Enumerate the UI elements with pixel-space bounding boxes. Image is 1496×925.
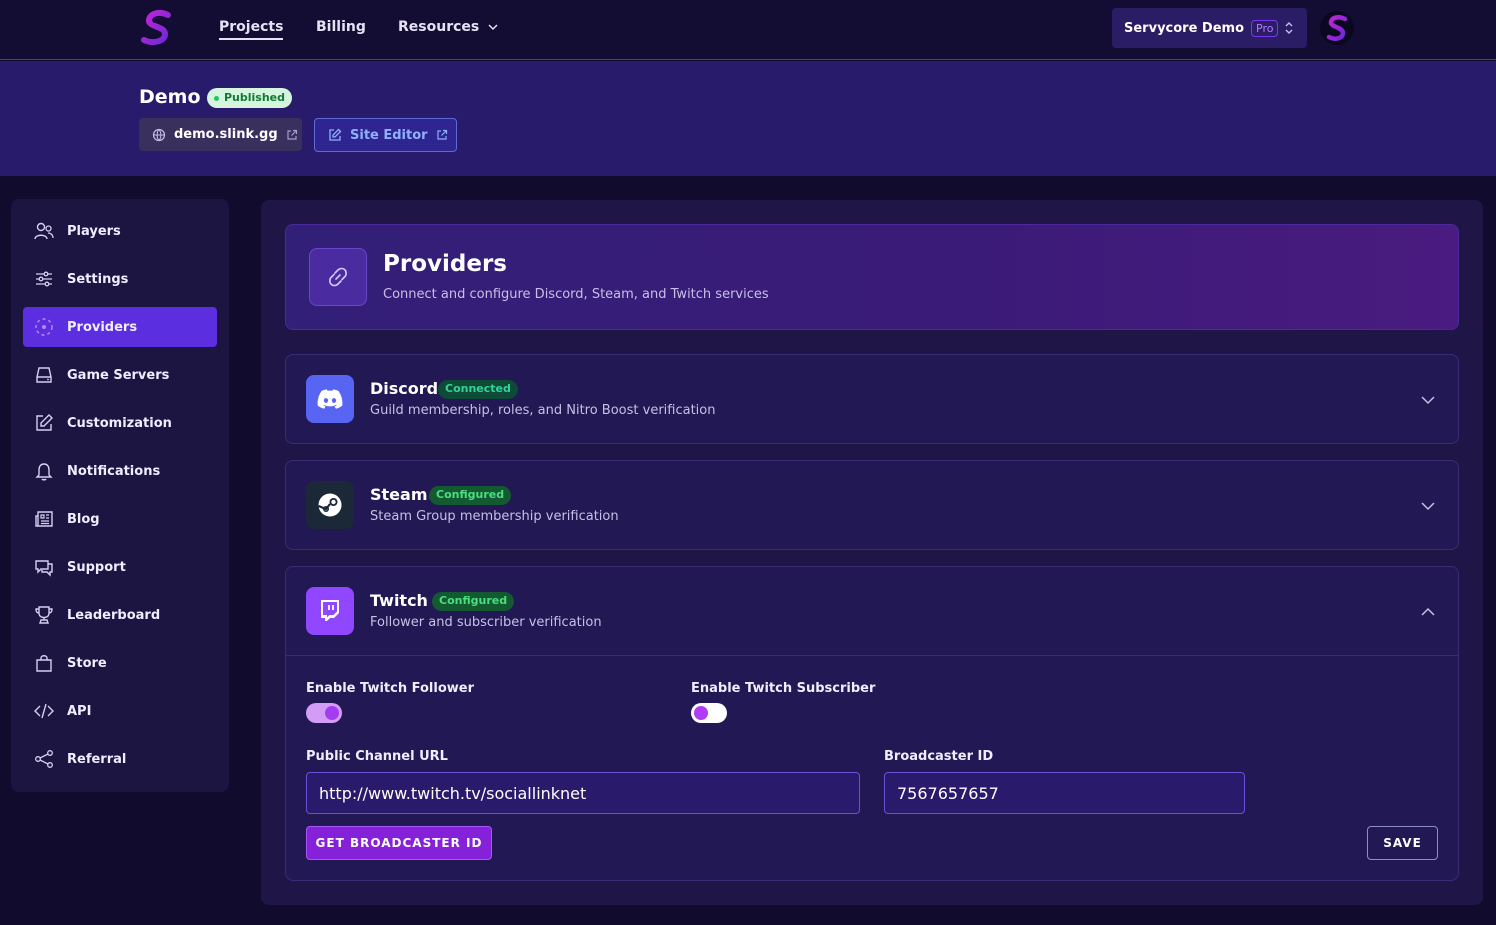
top-navigation: Projects Billing Resources Servycore Dem… <box>0 0 1496 60</box>
sidebar-item-players[interactable]: Players <box>23 211 217 251</box>
domain-text: demo.slink.gg <box>174 127 278 142</box>
sidebar-item-api[interactable]: API <box>23 691 217 731</box>
chevron-down-icon <box>488 24 498 31</box>
users-icon <box>33 220 55 242</box>
twitch-icon <box>306 587 354 635</box>
slink-logo[interactable] <box>138 9 176 47</box>
server-icon <box>33 364 55 386</box>
discord-icon <box>306 375 354 423</box>
sidebar-item-label: Players <box>67 223 121 239</box>
follower-toggle[interactable] <box>306 703 342 723</box>
nav-resources-menu[interactable]: Resources <box>398 19 499 35</box>
nav-billing-link[interactable]: Billing <box>316 19 366 35</box>
get-broadcaster-id-button[interactable]: GET BROADCASTER ID <box>306 826 492 860</box>
provider-card-steam[interactable]: Steam Configured Steam Group membership … <box>285 460 1459 550</box>
provider-description: Follower and subscriber verification <box>370 615 602 630</box>
bell-icon <box>33 460 55 482</box>
subscriber-toggle-label: Enable Twitch Subscriber <box>691 681 876 696</box>
provider-description: Guild membership, roles, and Nitro Boost… <box>370 403 716 418</box>
twitch-settings-form: Enable Twitch Follower Enable Twitch Sub… <box>286 655 1458 860</box>
nav-projects-link[interactable]: Projects <box>219 19 284 40</box>
main-panel: Providers Connect and configure Discord,… <box>261 200 1483 905</box>
sidebar-item-blog[interactable]: Blog <box>23 499 217 539</box>
providers-hero: Providers Connect and configure Discord,… <box>285 224 1459 330</box>
sliders-icon <box>33 268 55 290</box>
trophy-icon <box>33 604 55 626</box>
sidebar-item-customization[interactable]: Customization <box>23 403 217 443</box>
broadcaster-id-label: Broadcaster ID <box>884 749 994 764</box>
status-badge: Configured <box>429 486 512 505</box>
sidebar-item-settings[interactable]: Settings <box>23 259 217 299</box>
chat-icon <box>33 556 55 578</box>
site-editor-button[interactable]: Site Editor <box>314 118 457 152</box>
sidebar-item-label: Game Servers <box>67 367 170 383</box>
edit-icon <box>329 128 342 141</box>
share-icon <box>33 748 55 770</box>
sidebar-item-label: Blog <box>67 511 100 527</box>
provider-name: Discord <box>370 379 439 398</box>
newspaper-icon <box>33 508 55 530</box>
toggle-knob <box>694 706 708 720</box>
status-badge: Connected <box>438 380 518 399</box>
provider-name: Steam <box>370 485 428 504</box>
chevron-up-icon[interactable] <box>1420 604 1436 620</box>
organization-switcher[interactable]: Servycore Demo Pro <box>1112 8 1307 48</box>
domain-link-button[interactable]: demo.slink.gg <box>139 118 302 151</box>
plan-badge: Pro <box>1251 19 1279 37</box>
sidebar-item-game-servers[interactable]: Game Servers <box>23 355 217 395</box>
sidebar-item-store[interactable]: Store <box>23 643 217 683</box>
toggle-knob <box>325 706 339 720</box>
project-title: Demo <box>139 86 201 108</box>
external-link-icon <box>287 129 297 140</box>
provider-card-twitch: Twitch Configured Follower and subscribe… <box>285 566 1459 881</box>
sidebar-item-providers[interactable]: Providers <box>23 307 217 347</box>
follower-toggle-label: Enable Twitch Follower <box>306 681 474 696</box>
sidebar-item-label: Customization <box>67 415 172 431</box>
providers-icon <box>33 316 55 338</box>
page-title: Providers <box>383 251 507 277</box>
sidebar-item-leaderboard[interactable]: Leaderboard <box>23 595 217 635</box>
nav-resources-label: Resources <box>398 19 480 35</box>
status-badge: Published <box>207 88 293 108</box>
globe-icon <box>152 128 166 141</box>
channel-url-input[interactable] <box>306 772 860 814</box>
subscriber-toggle[interactable] <box>691 703 727 723</box>
user-avatar[interactable] <box>1320 11 1354 45</box>
sidebar-item-label: Providers <box>67 319 138 335</box>
site-editor-label: Site Editor <box>350 127 428 143</box>
link-icon <box>309 248 367 306</box>
sidebar-item-label: Referral <box>67 751 127 767</box>
provider-name: Twitch <box>370 591 428 610</box>
project-header: Demo Published demo.slink.gg Site Editor <box>0 61 1496 176</box>
sidebar-item-label: Leaderboard <box>67 607 161 623</box>
sidebar-item-label: Support <box>67 559 126 575</box>
sidebar-item-notifications[interactable]: Notifications <box>23 451 217 491</box>
page-subtitle: Connect and configure Discord, Steam, an… <box>383 287 769 302</box>
code-icon <box>33 700 55 722</box>
sidebar-item-referral[interactable]: Referral <box>23 739 217 779</box>
edit-icon <box>33 412 55 434</box>
sidebar-item-label: Notifications <box>67 463 161 479</box>
save-button[interactable]: SAVE <box>1367 826 1438 860</box>
broadcaster-id-input[interactable] <box>884 772 1245 814</box>
sidebar-item-label: Store <box>67 655 107 671</box>
sidebar: Players Settings Providers Game Servers … <box>11 199 229 792</box>
chevron-up-down-icon <box>1285 22 1293 34</box>
org-name: Servycore Demo <box>1124 20 1245 36</box>
channel-url-label: Public Channel URL <box>306 749 448 764</box>
sidebar-item-support[interactable]: Support <box>23 547 217 587</box>
bag-icon <box>33 652 55 674</box>
sidebar-item-label: API <box>67 703 92 719</box>
chevron-down-icon[interactable] <box>1420 392 1436 408</box>
provider-description: Steam Group membership verification <box>370 509 619 524</box>
provider-card-discord[interactable]: Discord Connected Guild membership, role… <box>285 354 1459 444</box>
sidebar-item-label: Settings <box>67 271 129 287</box>
external-link-icon <box>436 129 447 140</box>
status-badge: Configured <box>432 592 515 611</box>
chevron-down-icon[interactable] <box>1420 498 1436 514</box>
steam-icon <box>306 481 354 529</box>
